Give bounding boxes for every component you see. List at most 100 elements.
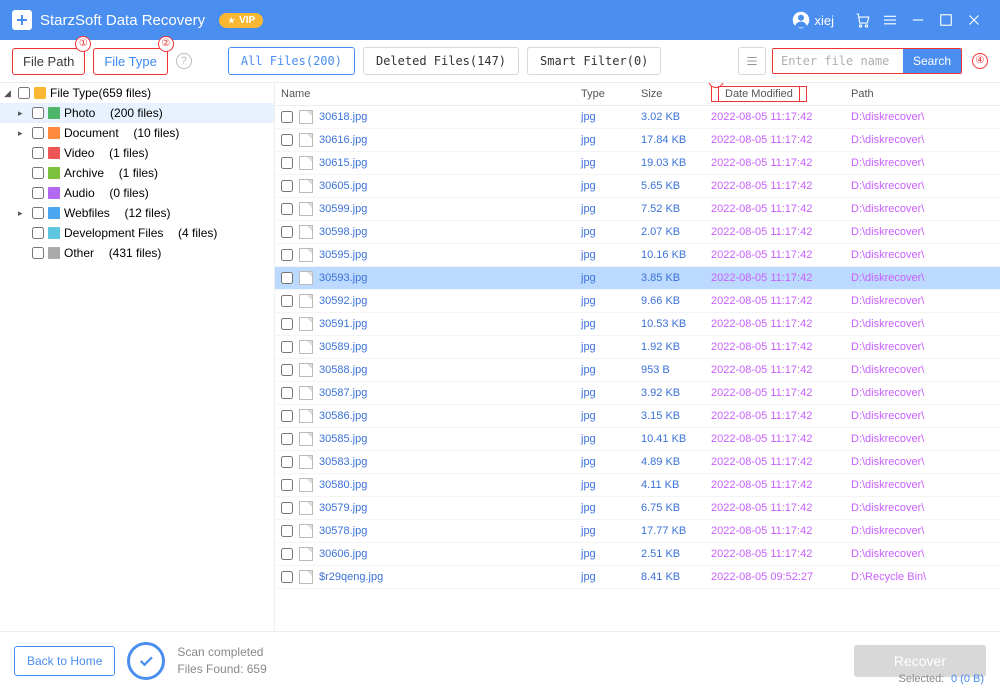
- tree-item-checkbox[interactable]: [32, 227, 44, 239]
- row-checkbox[interactable]: [281, 341, 293, 353]
- tree-item-count: (12 files): [124, 206, 170, 220]
- sidebar-tree[interactable]: ◢ File Type(659 files) ▸ Photo (200 file…: [0, 83, 275, 631]
- file-size: 1.92 KB: [641, 341, 711, 353]
- tree-item-audio[interactable]: Audio (0 files): [0, 183, 274, 203]
- search-input[interactable]: [773, 49, 903, 73]
- minimize-icon[interactable]: [904, 6, 932, 34]
- row-checkbox[interactable]: [281, 571, 293, 583]
- footer: Back to Home Scan completed Files Found:…: [0, 631, 1000, 689]
- tree-item-checkbox[interactable]: [32, 187, 44, 199]
- col-header-type[interactable]: Type: [581, 88, 641, 100]
- table-row[interactable]: 30599.jpg jpg 7.52 KB 2022-08-05 11:17:4…: [275, 198, 1000, 221]
- file-icon: [299, 524, 313, 538]
- row-checkbox[interactable]: [281, 180, 293, 192]
- file-path-tab[interactable]: File Path ①: [12, 48, 85, 75]
- table-row[interactable]: 30586.jpg jpg 3.15 KB 2022-08-05 11:17:4…: [275, 405, 1000, 428]
- table-row[interactable]: 30605.jpg jpg 5.65 KB 2022-08-05 11:17:4…: [275, 175, 1000, 198]
- table-row[interactable]: 30615.jpg jpg 19.03 KB 2022-08-05 11:17:…: [275, 152, 1000, 175]
- table-row[interactable]: 30578.jpg jpg 17.77 KB 2022-08-05 11:17:…: [275, 520, 1000, 543]
- table-row[interactable]: $r29qeng.jpg jpg 8.41 KB 2022-08-05 09:5…: [275, 566, 1000, 589]
- tree-item-checkbox[interactable]: [32, 107, 44, 119]
- row-checkbox[interactable]: [281, 203, 293, 215]
- cart-icon[interactable]: [848, 6, 876, 34]
- row-checkbox[interactable]: [281, 479, 293, 491]
- tree-item-archive[interactable]: Archive (1 files): [0, 163, 274, 183]
- row-checkbox[interactable]: [281, 226, 293, 238]
- tree-item-other[interactable]: Other (431 files): [0, 243, 274, 263]
- tree-item-document[interactable]: ▸ Document (10 files): [0, 123, 274, 143]
- row-checkbox[interactable]: [281, 272, 293, 284]
- file-path: D:\diskrecover\: [851, 180, 994, 192]
- table-row[interactable]: 30593.jpg jpg 3.85 KB 2022-08-05 11:17:4…: [275, 267, 1000, 290]
- search-button[interactable]: Search: [903, 49, 961, 73]
- table-row[interactable]: 30583.jpg jpg 4.89 KB 2022-08-05 11:17:4…: [275, 451, 1000, 474]
- tree-root-checkbox[interactable]: [18, 87, 30, 99]
- collapse-icon[interactable]: ◢: [4, 88, 14, 99]
- row-checkbox[interactable]: [281, 433, 293, 445]
- expand-icon[interactable]: ▸: [18, 108, 28, 119]
- tree-item-checkbox[interactable]: [32, 167, 44, 179]
- row-checkbox[interactable]: [281, 134, 293, 146]
- filter-deleted-files[interactable]: Deleted Files(147): [363, 47, 519, 75]
- file-icon: [299, 386, 313, 400]
- table-row[interactable]: 30598.jpg jpg 2.07 KB 2022-08-05 11:17:4…: [275, 221, 1000, 244]
- selected-info: Selected: 0 (0 B): [898, 672, 984, 685]
- row-checkbox[interactable]: [281, 249, 293, 261]
- table-row[interactable]: 30579.jpg jpg 6.75 KB 2022-08-05 11:17:4…: [275, 497, 1000, 520]
- category-icon: [48, 147, 60, 159]
- user-account[interactable]: xiej: [792, 11, 834, 29]
- tree-root[interactable]: ◢ File Type(659 files): [0, 83, 274, 103]
- row-checkbox[interactable]: [281, 410, 293, 422]
- row-checkbox[interactable]: [281, 548, 293, 560]
- tree-item-checkbox[interactable]: [32, 127, 44, 139]
- tree-item-video[interactable]: Video (1 files): [0, 143, 274, 163]
- tree-item-photo[interactable]: ▸ Photo (200 files): [0, 103, 274, 123]
- close-icon[interactable]: [960, 6, 988, 34]
- back-to-home-button[interactable]: Back to Home: [14, 646, 115, 676]
- file-type-tab[interactable]: File Type ②: [93, 48, 168, 75]
- file-date: 2022-08-05 11:17:42: [711, 226, 851, 238]
- table-row[interactable]: 30595.jpg jpg 10.16 KB 2022-08-05 11:17:…: [275, 244, 1000, 267]
- file-date: 2022-08-05 11:17:42: [711, 364, 851, 376]
- filter-smart[interactable]: Smart Filter(0): [527, 47, 661, 75]
- row-checkbox[interactable]: [281, 502, 293, 514]
- table-row[interactable]: 30606.jpg jpg 2.51 KB 2022-08-05 11:17:4…: [275, 543, 1000, 566]
- table-row[interactable]: 30591.jpg jpg 10.53 KB 2022-08-05 11:17:…: [275, 313, 1000, 336]
- tree-item-development-files[interactable]: Development Files (4 files): [0, 223, 274, 243]
- table-row[interactable]: 30585.jpg jpg 10.41 KB 2022-08-05 11:17:…: [275, 428, 1000, 451]
- file-type: jpg: [581, 157, 641, 169]
- row-checkbox[interactable]: [281, 456, 293, 468]
- table-row[interactable]: 30580.jpg jpg 4.11 KB 2022-08-05 11:17:4…: [275, 474, 1000, 497]
- expand-icon[interactable]: ▸: [18, 128, 28, 139]
- tree-item-checkbox[interactable]: [32, 147, 44, 159]
- row-checkbox[interactable]: [281, 387, 293, 399]
- row-checkbox[interactable]: [281, 157, 293, 169]
- col-header-date[interactable]: ③ Date Modified: [711, 88, 851, 100]
- table-row[interactable]: 30587.jpg jpg 3.92 KB 2022-08-05 11:17:4…: [275, 382, 1000, 405]
- col-header-path[interactable]: Path: [851, 88, 994, 100]
- table-row[interactable]: 30588.jpg jpg 953 B 2022-08-05 11:17:42 …: [275, 359, 1000, 382]
- tree-item-checkbox[interactable]: [32, 247, 44, 259]
- filter-all-files[interactable]: All Files(200): [228, 47, 355, 75]
- list-view-icon[interactable]: [738, 47, 766, 75]
- col-header-size[interactable]: Size: [641, 88, 711, 100]
- tree-item-webfiles[interactable]: ▸ Webfiles (12 files): [0, 203, 274, 223]
- maximize-icon[interactable]: [932, 6, 960, 34]
- vip-badge[interactable]: VIP: [219, 13, 263, 28]
- help-icon[interactable]: ?: [176, 53, 192, 69]
- menu-icon[interactable]: [876, 6, 904, 34]
- table-row[interactable]: 30592.jpg jpg 9.66 KB 2022-08-05 11:17:4…: [275, 290, 1000, 313]
- tree-item-checkbox[interactable]: [32, 207, 44, 219]
- row-checkbox[interactable]: [281, 318, 293, 330]
- row-checkbox[interactable]: [281, 525, 293, 537]
- file-date: 2022-08-05 11:17:42: [711, 157, 851, 169]
- table-row[interactable]: 30618.jpg jpg 3.02 KB 2022-08-05 11:17:4…: [275, 106, 1000, 129]
- col-header-name[interactable]: Name: [281, 88, 581, 100]
- scan-complete-icon: [127, 642, 165, 680]
- row-checkbox[interactable]: [281, 295, 293, 307]
- row-checkbox[interactable]: [281, 111, 293, 123]
- table-row[interactable]: 30616.jpg jpg 17.84 KB 2022-08-05 11:17:…: [275, 129, 1000, 152]
- table-row[interactable]: 30589.jpg jpg 1.92 KB 2022-08-05 11:17:4…: [275, 336, 1000, 359]
- expand-icon[interactable]: ▸: [18, 208, 28, 219]
- row-checkbox[interactable]: [281, 364, 293, 376]
